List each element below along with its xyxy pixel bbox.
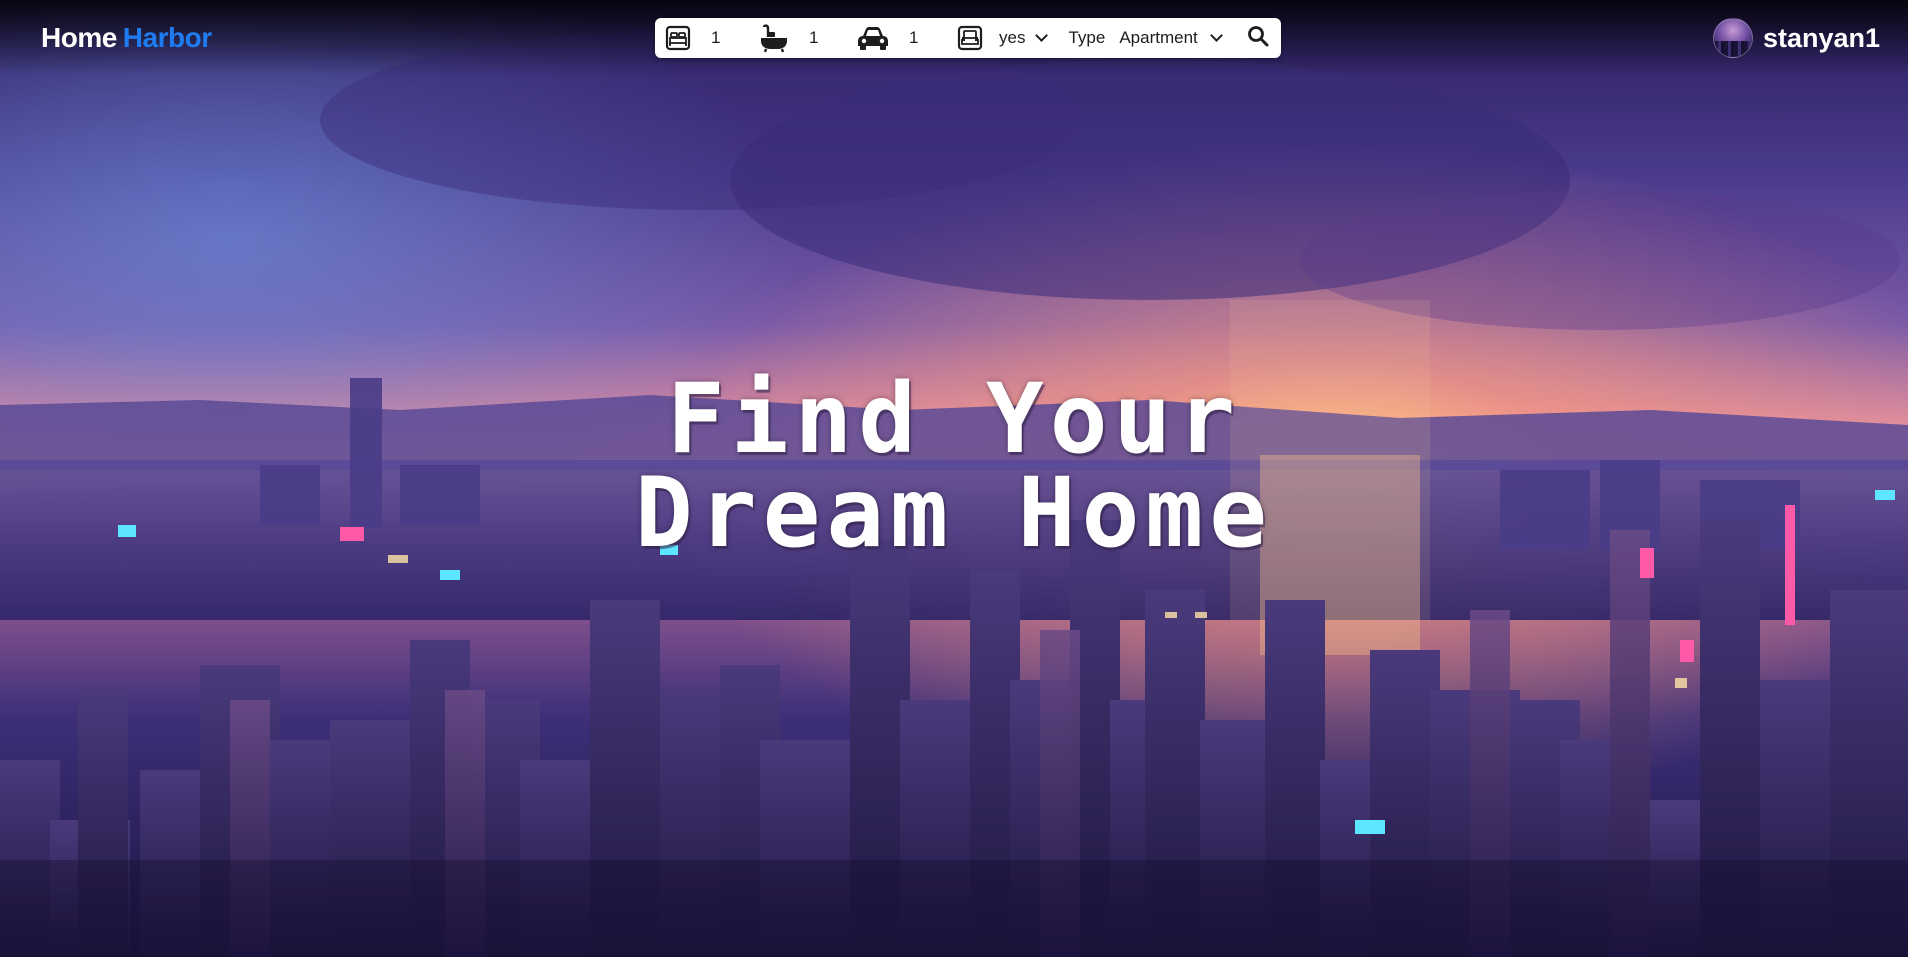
- bathrooms-field[interactable]: 1: [759, 23, 829, 53]
- avatar[interactable]: [1712, 18, 1753, 58]
- furnished-select[interactable]: yes: [999, 28, 1049, 48]
- parking-value: 1: [909, 28, 919, 47]
- furnished-field[interactable]: yes: [957, 25, 1049, 51]
- property-type-value: Apartment: [1119, 28, 1198, 47]
- chevron-down-icon: [1209, 29, 1223, 42]
- hero-heading-line-2: Dream Home: [635, 457, 1273, 569]
- brand-name-harbor: Harbor: [122, 22, 212, 53]
- username: stanyan1: [1762, 22, 1880, 53]
- bedrooms-field[interactable]: 1: [665, 25, 731, 51]
- property-search-bar: 1 1 1 yes Type Apartment: [655, 18, 1281, 58]
- car-icon: [857, 25, 889, 51]
- search-button[interactable]: [1247, 25, 1269, 52]
- user-menu[interactable]: stanyan1: [1712, 18, 1880, 58]
- bed-icon: [665, 25, 691, 51]
- search-icon: [1247, 25, 1269, 52]
- parking-field[interactable]: 1: [857, 25, 929, 51]
- hero-heading: Find Your Dream Home: [0, 363, 1908, 569]
- brand-name-home: Home: [41, 22, 117, 53]
- type-label: Type: [1068, 28, 1106, 47]
- bathrooms-value: 1: [809, 28, 819, 47]
- property-type-select[interactable]: Apartment: [1119, 28, 1223, 48]
- chevron-down-icon: [1035, 29, 1049, 42]
- brand-logo[interactable]: Home Harbor: [41, 22, 212, 54]
- bath-icon: [759, 23, 789, 53]
- hero-heading-line-1: Find Your: [666, 363, 1242, 475]
- furnished-icon: [957, 25, 983, 51]
- bedrooms-value: 1: [711, 28, 721, 47]
- top-navigation-bar: Home Harbor 1 1 1 yes Type Apartment sta…: [0, 0, 1908, 76]
- furnished-value: yes: [999, 28, 1026, 47]
